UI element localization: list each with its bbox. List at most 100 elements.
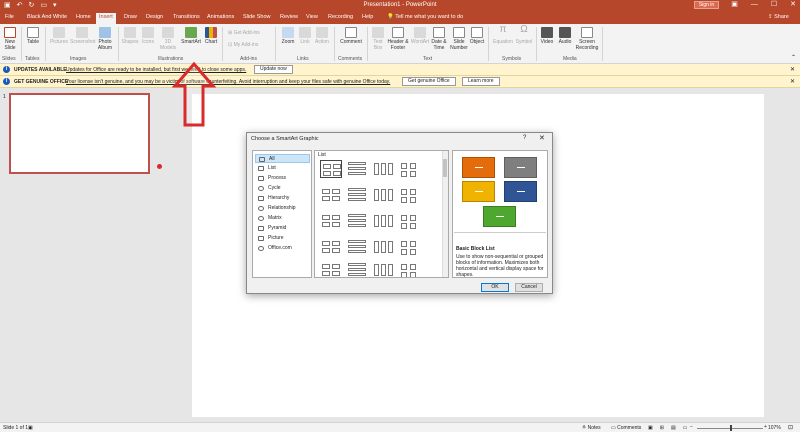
tab-review[interactable]: Review [280,14,298,20]
dialog-close-button[interactable]: ✕ [539,134,545,142]
category-matrix[interactable]: Matrix [255,214,310,223]
slide-sorter-icon[interactable]: ⊞ [660,425,664,431]
photo-album-button[interactable]: Photo Album [95,27,115,51]
smartart-layout-option[interactable] [346,261,368,277]
tell-me-search[interactable]: 💡 Tell me what you want to do [387,14,463,20]
normal-view-icon[interactable]: ▣ [648,425,653,431]
get-addins-button[interactable]: ⊞ Get Add-ins [228,30,260,36]
category-pyramid[interactable]: Pyramid [255,224,310,233]
smartart-layout-option[interactable] [320,261,342,277]
smartart-layout-option[interactable] [346,238,368,256]
smartart-layout-option[interactable] [398,160,420,178]
maximize-icon[interactable]: ☐ [771,0,777,10]
symbol-button[interactable]: Ω Symbol [515,25,533,46]
category-list-item[interactable]: List [255,164,310,173]
link-button[interactable]: Link [298,27,312,45]
tab-insert[interactable]: Insert [96,13,116,24]
close-icon[interactable]: ✕ [790,0,796,10]
3d-models-button[interactable]: 3D Models [158,27,178,51]
zoom-slider-thumb[interactable] [730,425,732,431]
message-text[interactable]: Your license isn't genuine, and you may … [66,79,390,85]
spellcheck-icon[interactable]: ▣ [28,425,33,431]
comment-button[interactable]: Comment [337,27,365,45]
smartart-layout-option[interactable] [372,186,394,204]
tab-view[interactable]: View [306,14,318,20]
update-now-button[interactable]: Update now [254,65,293,74]
smartart-layout-option[interactable] [372,261,394,277]
smartart-layout-option[interactable] [398,261,420,277]
zoom-level[interactable]: 107% [768,425,781,431]
smartart-layout-option[interactable] [398,212,420,230]
smartart-layout-option[interactable] [398,186,420,204]
table-button[interactable]: Table [25,27,41,45]
tab-slide-show[interactable]: Slide Show [243,14,271,20]
pictures-button[interactable]: Pictures [48,27,70,45]
scrollbar-thumb[interactable] [443,159,447,177]
smartart-layout-option[interactable] [346,186,368,204]
action-button[interactable]: Action [313,27,331,45]
zoom-in-icon[interactable]: + [764,424,767,430]
category-office-com[interactable]: Office.com [255,244,310,253]
notes-button[interactable]: ≙ Notes [582,425,601,431]
smartart-layout-option[interactable] [320,238,342,256]
tab-transitions[interactable]: Transitions [173,14,200,20]
help-button[interactable]: ? [523,135,526,141]
header-footer-button[interactable]: Header & Footer [387,27,409,51]
minimize-icon[interactable]: — [751,0,758,10]
object-button[interactable]: Object [469,27,485,45]
chart-button[interactable]: Chart [203,27,219,45]
tab-design[interactable]: Design [146,14,163,20]
tab-help[interactable]: Help [362,14,373,20]
smartart-layout-option[interactable] [346,212,368,230]
slide-number-button[interactable]: Slide Number [449,27,469,51]
cancel-button[interactable]: Cancel [515,283,543,292]
comments-button[interactable]: ▭ Comments [611,425,641,431]
category-relationship[interactable]: Relationship [255,204,310,213]
gallery-scrollbar[interactable] [442,151,448,277]
category-process[interactable]: Process [255,174,310,183]
text-box-button[interactable]: Text Box [370,27,386,51]
zoom-button[interactable]: Zoom [279,27,297,45]
ok-button[interactable]: OK [481,283,509,292]
category-hierarchy[interactable]: Hierarchy [255,194,310,203]
message-text[interactable]: Updates for Office are ready to be insta… [66,67,246,73]
tab-file[interactable]: File [5,14,14,20]
close-icon[interactable]: ✕ [790,66,795,73]
slide-thumbnail[interactable] [10,94,149,173]
video-button[interactable]: Video [539,27,555,45]
smartart-layout-option[interactable] [398,238,420,256]
close-icon[interactable]: ✕ [790,78,795,85]
tab-draw[interactable]: Draw [124,14,137,20]
collapse-ribbon-icon[interactable]: ⌃ [791,54,796,61]
tab-black-and-white[interactable]: Black And White [27,14,67,20]
shapes-button[interactable]: Shapes [121,27,139,45]
slideshow-icon[interactable]: ▭ [683,425,688,431]
restore-ribbon-icon[interactable]: ▣ [731,0,738,10]
smartart-layout-option[interactable] [320,212,342,230]
equation-button[interactable]: π Equation [490,25,516,46]
fit-to-window-icon[interactable]: ⊡ [788,424,793,431]
smartart-layout-option[interactable] [372,160,394,178]
smartart-layout-option[interactable] [346,160,368,178]
my-addins-button[interactable]: ⊡ My Add-ins [228,42,258,48]
smartart-layout-option[interactable] [320,186,342,204]
smartart-layout-option[interactable] [372,238,394,256]
smartart-layout-option[interactable] [319,159,343,179]
get-genuine-office-button[interactable]: Get genuine Office [402,77,456,86]
reading-view-icon[interactable]: ▤ [671,425,676,431]
screenshot-button[interactable]: Screenshot [70,27,95,45]
zoom-out-icon[interactable]: − [690,424,693,430]
audio-button[interactable]: Audio [557,27,573,45]
icons-button[interactable]: Icons [140,27,156,45]
category-cycle[interactable]: Cycle [255,184,310,193]
date-time-button[interactable]: Date & Time [430,27,448,51]
learn-more-button[interactable]: Learn more [462,77,500,86]
tab-recording[interactable]: Recording [328,14,353,20]
smartart-layout-option[interactable] [372,212,394,230]
smartart-button[interactable]: SmartArt [179,27,203,45]
tab-animations[interactable]: Animations [207,14,234,20]
share-button[interactable]: ⇪ Share [768,14,789,20]
category-picture[interactable]: Picture [255,234,310,243]
screen-recording-button[interactable]: Screen Recording [574,27,600,51]
tab-home[interactable]: Home [76,14,91,20]
